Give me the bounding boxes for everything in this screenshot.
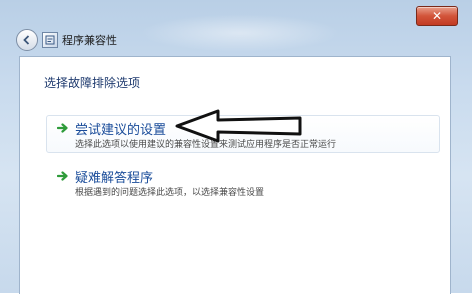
option-title: 疑难解答程序 [75,171,154,186]
back-button[interactable] [16,29,38,51]
annotation-arrow-icon [175,109,302,143]
page-heading: 选择故障排除选项 [44,76,141,90]
close-icon: ✕ [431,9,443,23]
option-description: 根据遇到的问题选择此选项，以选择兼容性设置 [75,188,265,198]
option-title: 尝试建议的设置 [75,123,167,138]
window-title: 程序兼容性 [62,34,117,47]
close-button[interactable]: ✕ [416,6,458,26]
green-arrow-icon [57,171,68,181]
window-frame: ✕ 程序兼容性 选择故障排除选项 尝试建议的设置 选择此选项以使用建议的兼容性设… [0,0,472,294]
content-pane: 选择故障排除选项 尝试建议的设置 选择此选项以使用建议的兼容性设置来测试应用程序… [19,56,451,294]
compat-app-icon [42,32,58,48]
green-arrow-icon [57,123,68,133]
back-arrow-icon [23,35,30,45]
title-bar-glass [140,14,340,52]
troubleshoot-program-option[interactable]: 疑难解答程序 根据遇到的问题选择此选项，以选择兼容性设置 [46,163,440,201]
